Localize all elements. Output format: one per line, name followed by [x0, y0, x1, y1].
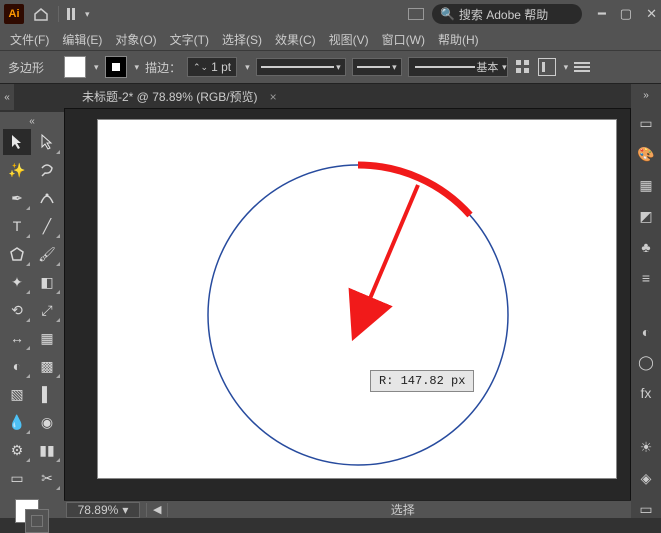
drawing [98, 120, 618, 480]
search-icon: 🔍 [440, 7, 455, 21]
paintbrush-tool[interactable]: 🖌 [33, 241, 61, 267]
chevron-down-icon[interactable]: ▾ [135, 62, 140, 73]
stroke-arrow-dropdown[interactable]: ▾ [352, 58, 402, 76]
rotate-tool[interactable]: ⟲ [3, 297, 31, 323]
window-controls: ━ ▢ ✕ [598, 6, 657, 22]
appearance-panel-icon[interactable]: ◯ [637, 354, 655, 371]
artboards-panel-icon[interactable]: ▭ [637, 501, 655, 518]
brush-profile-dropdown[interactable]: 基本▾ [408, 57, 508, 77]
divider [58, 6, 59, 22]
type-tool[interactable]: T [3, 213, 31, 239]
close-tab-icon[interactable]: × [270, 90, 277, 104]
stroke-box[interactable] [25, 509, 49, 533]
menu-file[interactable]: 文件(F) [4, 29, 55, 50]
pen-tool[interactable]: ✒ [3, 185, 31, 211]
chevron-down-icon[interactable]: ▾ [564, 62, 569, 73]
shape-label: 多边形 [8, 59, 58, 76]
scale-tool[interactable]: ⤢ [33, 297, 61, 323]
zoom-input[interactable]: 78.89%▾ [66, 502, 140, 518]
home-icon[interactable] [32, 5, 50, 23]
radius-tooltip: R: 147.82 px [370, 370, 474, 392]
lasso-tool[interactable] [33, 157, 61, 183]
artboard-tool[interactable]: ▭ [3, 465, 31, 491]
direct-selection-tool[interactable] [33, 129, 61, 155]
stroke-swatch[interactable] [105, 56, 127, 78]
transparency-panel-icon[interactable]: ◐ [637, 323, 655, 340]
mesh-tool[interactable]: ▧ [3, 381, 31, 407]
swatches-panel-icon[interactable]: ▦ [637, 177, 655, 194]
search-placeholder: 搜索 Adobe 帮助 [459, 6, 548, 23]
free-transform-tool[interactable]: ▦ [33, 325, 61, 351]
menu-edit[interactable]: 编辑(E) [56, 29, 108, 50]
workspace-icon[interactable] [408, 8, 424, 20]
width-tool[interactable]: ↔ [3, 325, 31, 351]
eraser-tool[interactable]: ◧ [33, 269, 61, 295]
align-icon[interactable] [538, 58, 556, 76]
slice-tool[interactable]: ✂ [33, 465, 61, 491]
layers-panel-icon[interactable]: ☀ [637, 439, 655, 456]
brushes-panel-icon[interactable]: ◩ [637, 208, 655, 225]
menu-type[interactable]: 文字(T) [164, 29, 215, 50]
status-bar: 78.89%▾ ◀ 选择 [64, 500, 631, 518]
fill-swatch[interactable] [64, 56, 86, 78]
line-tool[interactable]: ╱ [33, 213, 61, 239]
document-tab[interactable]: 未标题-2* @ 78.89% (RGB/预览)× [82, 88, 277, 105]
canvas[interactable]: R: 147.82 px [64, 108, 631, 502]
color-panel-icon[interactable]: 🎨 [637, 146, 655, 163]
menu-effect[interactable]: 效果(C) [269, 29, 322, 50]
perspective-grid-tool[interactable]: ▩ [33, 353, 61, 379]
magic-wand-tool[interactable]: ✨ [3, 157, 31, 183]
panel-collapse-icon[interactable]: « [0, 116, 64, 127]
panel-collapse-icon[interactable]: » [643, 90, 649, 101]
menu-select[interactable]: 选择(S) [216, 29, 268, 50]
asset-export-panel-icon[interactable]: ◈ [637, 470, 655, 487]
search-input[interactable]: 🔍 搜索 Adobe 帮助 [432, 4, 582, 24]
close-button[interactable]: ✕ [646, 6, 657, 22]
stroke-weight-input[interactable]: ⌃⌄1 pt [187, 57, 237, 77]
nav-prev-icon[interactable]: ◀ [153, 503, 161, 516]
stroke-dash-dropdown[interactable]: ▾ [256, 58, 346, 76]
properties-panel-icon[interactable]: ▭ [637, 115, 655, 132]
chevron-down-icon[interactable]: ▾ [85, 9, 90, 20]
transparency-icon[interactable] [514, 58, 532, 76]
polygon-tool[interactable] [3, 241, 31, 267]
maximize-button[interactable]: ▢ [620, 6, 632, 22]
selection-tool[interactable] [3, 129, 31, 155]
graphic-styles-panel-icon[interactable]: fx [637, 385, 655, 402]
shape-builder-tool[interactable]: ◐ [3, 353, 31, 379]
fill-stroke-control[interactable] [15, 499, 49, 518]
panel-toggle-left[interactable]: « [0, 84, 14, 110]
eyedropper-tool[interactable]: 💧 [3, 409, 31, 435]
blend-tool[interactable]: ◉ [33, 409, 61, 435]
arrange-documents-icon[interactable] [67, 8, 75, 20]
chevron-down-icon[interactable]: ▾ [245, 62, 250, 73]
curvature-tool[interactable] [33, 185, 61, 211]
shaper-tool[interactable]: ✦ [3, 269, 31, 295]
menu-view[interactable]: 视图(V) [323, 29, 375, 50]
tools-panel: « ✨ ✒ T ╱ 🖌 ✦ ◧ ⟲ ⤢ ↔ ▦ ◐ ▩ ▧ ▌ 💧 ◉ ⚙ ▮▮… [0, 112, 64, 518]
right-dock: » ▭ 🎨 ▦ ◩ ♣ ≡ ◐ ◯ fx ☀ ◈ ▭ [631, 84, 661, 518]
arrow-annotation [366, 185, 418, 308]
symbol-sprayer-tool[interactable]: ⚙ [3, 437, 31, 463]
stroke-panel-icon[interactable]: ≡ [637, 270, 655, 287]
app-logo: Ai [4, 4, 24, 24]
stroke-label: 描边： [145, 59, 181, 76]
document-tab-bar: 未标题-2* @ 78.89% (RGB/预览)× [76, 84, 631, 108]
column-graph-tool[interactable]: ▮▮ [33, 437, 61, 463]
minimize-button[interactable]: ━ [598, 6, 606, 22]
chevron-down-icon[interactable]: ▾ [94, 62, 99, 73]
menu-object[interactable]: 对象(O) [109, 29, 162, 50]
menu-window[interactable]: 窗口(W) [376, 29, 431, 50]
panel-menu-icon[interactable] [574, 62, 590, 72]
symbols-panel-icon[interactable]: ♣ [637, 239, 655, 256]
artboard[interactable]: R: 147.82 px [97, 119, 617, 479]
gradient-tool[interactable]: ▌ [33, 381, 61, 407]
menu-help[interactable]: 帮助(H) [432, 29, 485, 50]
menu-bar: 文件(F) 编辑(E) 对象(O) 文字(T) 选择(S) 效果(C) 视图(V… [0, 28, 661, 50]
title-bar: Ai ▾ 🔍 搜索 Adobe 帮助 ━ ▢ ✕ [0, 0, 661, 28]
status-selection: 选择 [174, 501, 631, 518]
control-bar: 多边形 ▾ ▾ 描边： ⌃⌄1 pt ▾ ▾ ▾ 基本▾ ▾ [0, 50, 661, 84]
